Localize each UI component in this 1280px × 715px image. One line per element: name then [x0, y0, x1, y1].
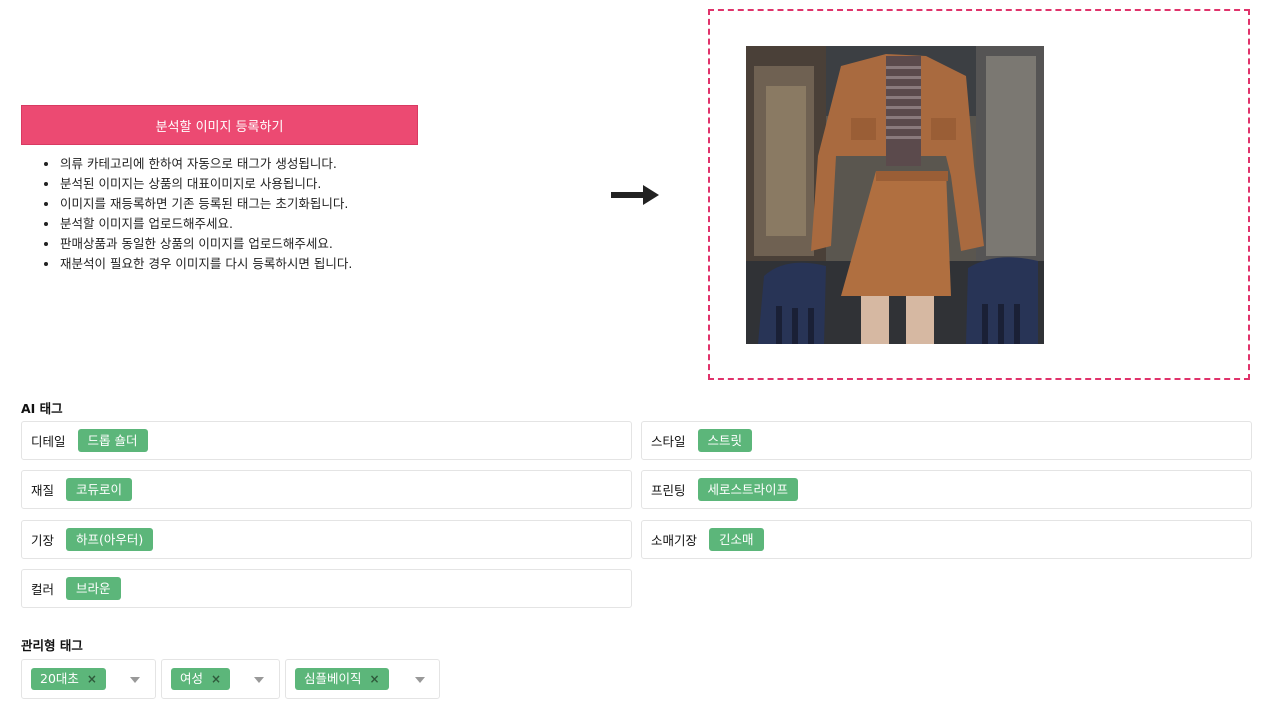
guide-item: 판매상품과 동일한 상품의 이미지를 업로드해주세요.: [44, 234, 604, 254]
ai-tag-chip: 세로스트라이프: [697, 478, 799, 501]
ai-tag-chip: 스트릿: [697, 429, 753, 452]
ai-tag-chip: 하프(아우터): [66, 528, 154, 551]
chevron-down-icon[interactable]: [130, 677, 140, 683]
selected-tag-label: 심플베이직: [304, 671, 362, 686]
ai-tag-row-printing: 프린팅 세로스트라이프: [641, 470, 1252, 509]
ai-tag-chip: 드롭 숄더: [77, 429, 148, 452]
tag-row-label: 스타일: [651, 434, 686, 449]
managed-tag-select-age[interactable]: 20대초 ×: [21, 659, 156, 699]
product-photo: [746, 46, 1044, 344]
guide-item: 분석할 이미지를 업로드해주세요.: [44, 214, 604, 234]
ai-tag-row-material: 재질 코듀로이: [21, 470, 632, 509]
tag-row-label: 컬러: [31, 582, 55, 597]
selected-tag-chip: 여성 ×: [171, 668, 231, 690]
selected-tag-chip: 심플베이직 ×: [295, 668, 389, 690]
chevron-down-icon[interactable]: [254, 677, 264, 683]
upload-guide-list: 의류 카테고리에 한하여 자동으로 태그가 생성됩니다. 분석된 이미지는 상품…: [44, 154, 604, 274]
arrow-right-icon: [611, 185, 659, 205]
ai-tag-row-detail: 디테일 드롭 숄더: [21, 421, 632, 460]
managed-tags-title: 관리형 태그: [21, 638, 83, 653]
tag-row-label: 기장: [31, 533, 55, 548]
selected-tag-label: 여성: [180, 671, 204, 686]
chevron-down-icon[interactable]: [415, 677, 425, 683]
selected-tag-chip: 20대초 ×: [31, 668, 106, 690]
selected-tag-label: 20대초: [40, 671, 79, 686]
ai-tags-title: AI 태그: [21, 401, 63, 416]
tag-row-label: 재질: [31, 483, 55, 498]
managed-tag-select-gender[interactable]: 여성 ×: [161, 659, 280, 699]
managed-tag-select-style[interactable]: 심플베이직 ×: [285, 659, 440, 699]
guide-item: 재분석이 필요한 경우 이미지를 다시 등록하시면 됩니다.: [44, 254, 604, 274]
upload-image-button[interactable]: 분석할 이미지 등록하기: [21, 105, 418, 145]
guide-item: 의류 카테고리에 한하여 자동으로 태그가 생성됩니다.: [44, 154, 604, 174]
tag-row-label: 프린팅: [651, 483, 686, 498]
guide-item: 분석된 이미지는 상품의 대표이미지로 사용됩니다.: [44, 174, 604, 194]
guide-item: 이미지를 재등록하면 기존 등록된 태그는 초기화됩니다.: [44, 194, 604, 214]
remove-tag-icon[interactable]: ×: [87, 668, 97, 690]
ai-tag-chip: 브라운: [66, 577, 121, 600]
tag-row-label: 디테일: [31, 434, 66, 449]
ai-tag-row-style: 스타일 스트릿: [641, 421, 1252, 460]
image-preview-area[interactable]: [708, 9, 1250, 380]
ai-tag-row-color: 컬러 브라운: [21, 569, 632, 608]
ai-tag-row-sleeve: 소매기장 긴소매: [641, 520, 1252, 559]
tag-row-label: 소매기장: [651, 533, 698, 548]
ai-tag-row-length: 기장 하프(아우터): [21, 520, 632, 559]
ai-tag-chip: 긴소매: [709, 528, 764, 551]
remove-tag-icon[interactable]: ×: [370, 668, 380, 690]
remove-tag-icon[interactable]: ×: [211, 668, 221, 690]
ai-tag-chip: 코듀로이: [66, 478, 133, 501]
